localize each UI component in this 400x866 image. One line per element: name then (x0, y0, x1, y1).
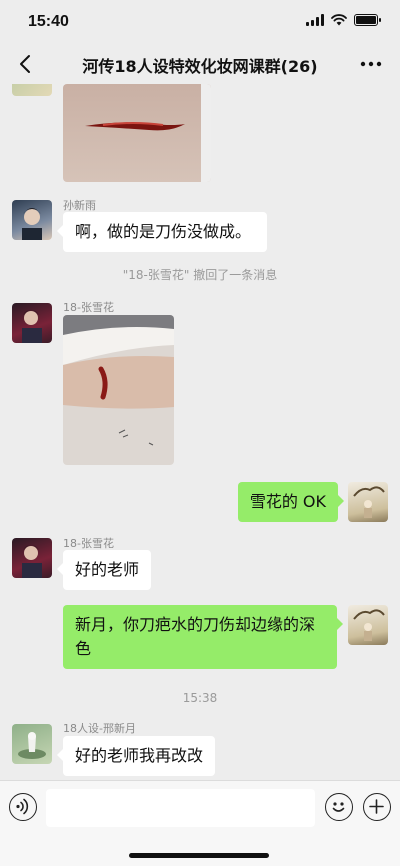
battery-icon (354, 14, 381, 26)
avatar[interactable] (12, 303, 52, 343)
timestamp: 15:38 (182, 691, 218, 705)
sender-name: 18人设-邢新月 (63, 722, 136, 735)
avatar[interactable] (12, 724, 52, 764)
sender-name: 18-张雪花 (63, 301, 114, 314)
avatar[interactable] (12, 538, 52, 578)
message-input[interactable] (46, 789, 315, 827)
chevron-left-icon[interactable] (14, 52, 38, 76)
avatar[interactable] (348, 482, 388, 522)
nav-bar: 河传18人设特效化妆网课群(26) (0, 44, 400, 84)
signal-icon (306, 14, 324, 26)
wifi-icon (331, 14, 347, 26)
wound-photo[interactable] (63, 84, 211, 182)
plus-icon[interactable] (363, 793, 391, 821)
message-bubble[interactable]: 啊，做的是刀伤没做成。 (57, 212, 267, 252)
status-time: 15:40 (28, 13, 69, 30)
sender-name: 孙新雨 (63, 199, 96, 212)
status-icons (306, 14, 381, 26)
emoji-icon[interactable] (325, 793, 353, 821)
message-bubble[interactable]: 新月，你刀疤水的刀伤却边缘的深色 (63, 605, 343, 669)
wound-photo[interactable] (63, 315, 174, 465)
status-bar: 15:40 (0, 0, 400, 44)
voice-icon[interactable] (9, 793, 37, 821)
message-bubble[interactable]: 雪花的 OK (237, 482, 345, 522)
sender-name: 18-张雪花 (63, 537, 114, 550)
message-bubble[interactable]: 好的老师我再改改 (56, 736, 216, 776)
chat-area[interactable]: 孙新雨 啊，做的是刀伤没做成。 "18-张雪花" 撤回了一条消息 18-张雪花 … (0, 84, 400, 780)
avatar[interactable] (12, 200, 52, 240)
more-dots-icon[interactable] (360, 56, 382, 72)
message-bubble[interactable]: 好的老师 (56, 550, 152, 590)
avatar[interactable] (12, 84, 52, 96)
avatar[interactable] (348, 605, 388, 645)
chat-title: 河传18人设特效化妆网课群(26) (82, 57, 318, 76)
recall-notice: "18-张雪花" 撤回了一条消息 (122, 268, 278, 282)
home-indicator (129, 853, 269, 858)
